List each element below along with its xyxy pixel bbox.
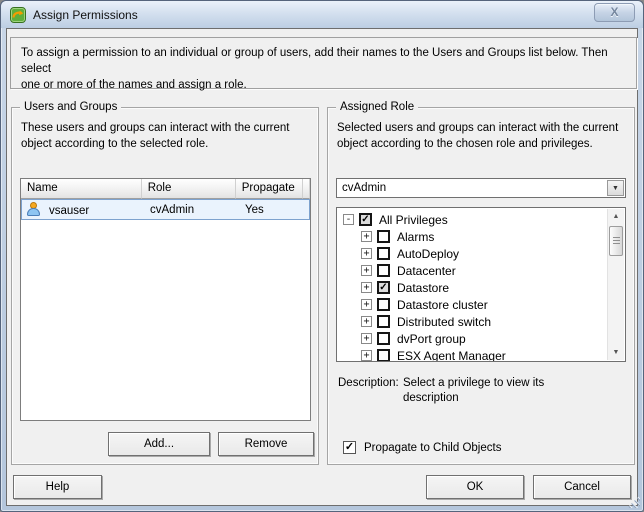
users-groups-description: These users and groups can interact with… (12, 108, 318, 152)
privilege-checkbox[interactable] (377, 230, 390, 243)
tree-scrollbar[interactable]: ▲ ▼ (607, 209, 624, 360)
privilege-description: Description: Select a privilege to view … (338, 376, 544, 406)
cell-role: cvAdmin (144, 204, 239, 216)
chevron-down-icon[interactable]: ▼ (607, 180, 624, 196)
cancel-button[interactable]: Cancel (533, 475, 631, 499)
role-select[interactable]: cvAdmin ▼ (336, 178, 626, 198)
assigned-role-description: Selected users and groups can interact w… (328, 108, 634, 152)
assigned-role-desc-line2: object according to the chosen role and … (337, 138, 593, 150)
scroll-down-icon[interactable]: ▼ (608, 345, 624, 360)
expand-icon[interactable]: + (361, 248, 372, 259)
users-groups-desc-line1: These users and groups can interact with… (21, 122, 289, 134)
role-select-value: cvAdmin (342, 182, 386, 194)
privilege-checkbox[interactable]: ✓ (377, 281, 390, 294)
expand-icon[interactable]: + (361, 265, 372, 276)
add-button[interactable]: Add... (108, 432, 210, 456)
instruction-panel: To assign a permission to an individual … (10, 37, 637, 89)
instruction-line1: To assign a permission to an individual … (21, 47, 608, 75)
scroll-up-icon[interactable]: ▲ (608, 209, 624, 224)
column-header-filler (303, 179, 310, 199)
users-groups-groupbox: Users and Groups These users and groups … (11, 107, 319, 465)
user-icon (27, 202, 40, 217)
privilege-item[interactable]: + dvPort group (337, 330, 625, 347)
privilege-checkbox[interactable] (377, 247, 390, 260)
propagate-row: ✓ Propagate to Child Objects (343, 441, 501, 454)
remove-button[interactable]: Remove (218, 432, 314, 456)
description-label: Description: (338, 376, 403, 406)
privilege-label: AutoDeploy (397, 247, 459, 261)
help-button[interactable]: Help (13, 475, 102, 499)
window-title: Assign Permissions (33, 8, 138, 22)
privilege-checkbox[interactable] (377, 298, 390, 311)
title-bar[interactable]: Assign Permissions X (1, 1, 643, 28)
assigned-role-legend: Assigned Role (336, 101, 418, 113)
privilege-checkbox[interactable] (377, 315, 390, 328)
description-line2: description (403, 392, 459, 404)
privilege-item[interactable]: + Datastore cluster (337, 296, 625, 313)
privileges-tree-rows: -✓All Privileges+Alarms+AutoDeploy+Datac… (337, 211, 625, 362)
user-name: vsauser (49, 205, 89, 217)
privilege-checkbox[interactable] (377, 349, 390, 362)
privilege-item[interactable]: + ESX Agent Manager (337, 347, 625, 362)
privilege-label: Distributed switch (397, 315, 491, 329)
user-icon-body (27, 208, 40, 216)
column-header-propagate[interactable]: Propagate (236, 179, 303, 199)
privilege-item[interactable]: + AutoDeploy (337, 245, 625, 262)
privilege-item[interactable]: + Alarms (337, 228, 625, 245)
cell-name: vsauser (22, 202, 144, 217)
expand-icon[interactable]: + (361, 282, 372, 293)
expand-icon[interactable]: + (361, 231, 372, 242)
table-row[interactable]: vsauser cvAdminYes (21, 199, 310, 220)
privilege-label: Datacenter (397, 264, 456, 278)
column-header-role[interactable]: Role (142, 179, 236, 199)
description-line1: Select a privilege to view its (403, 377, 544, 389)
assigned-role-groupbox: Assigned Role Selected users and groups … (327, 107, 635, 465)
expand-icon[interactable]: + (361, 316, 372, 327)
vsphere-app-icon (10, 7, 26, 23)
users-table-header: Name Role Propagate (21, 179, 310, 199)
privilege-checkbox[interactable] (377, 264, 390, 277)
instruction-line2: one or more of the names and assign a ro… (21, 79, 247, 91)
users-table: Name Role Propagate vsauser cvAdminYes (20, 178, 311, 421)
scrollbar-grip (613, 237, 620, 245)
users-groups-desc-line2: object according to the selected role. (21, 138, 208, 150)
assigned-role-desc-line1: Selected users and groups can interact w… (337, 122, 618, 134)
column-header-name[interactable]: Name (21, 179, 142, 199)
expand-icon[interactable]: + (361, 333, 372, 344)
privilege-checkbox[interactable]: ✓ (359, 213, 372, 226)
privileges-tree: -✓All Privileges+Alarms+AutoDeploy+Datac… (336, 207, 626, 362)
scrollbar-thumb[interactable] (609, 226, 623, 256)
cell-propagate: Yes (239, 204, 307, 216)
assign-permissions-dialog: Assign Permissions X To assign a permiss… (0, 0, 644, 512)
users-table-rows: vsauser cvAdminYes (21, 199, 310, 220)
privilege-label: All Privileges (379, 213, 448, 227)
privilege-label: Datastore (397, 281, 449, 295)
users-groups-legend: Users and Groups (20, 101, 121, 113)
privilege-item[interactable]: + Distributed switch (337, 313, 625, 330)
collapse-icon[interactable]: - (343, 214, 354, 225)
propagate-checkbox[interactable]: ✓ (343, 441, 356, 454)
privilege-label: Datastore cluster (397, 298, 488, 312)
privilege-label: Alarms (397, 230, 434, 244)
propagate-label: Propagate to Child Objects (364, 442, 501, 454)
ok-button[interactable]: OK (426, 475, 524, 499)
privilege-item[interactable]: + ✓ Datastore (337, 279, 625, 296)
privilege-label: dvPort group (397, 332, 466, 346)
privilege-item[interactable]: + Datacenter (337, 262, 625, 279)
expand-icon[interactable]: + (361, 299, 372, 310)
privilege-checkbox[interactable] (377, 332, 390, 345)
privilege-label: ESX Agent Manager (397, 349, 506, 363)
dialog-body: To assign a permission to an individual … (6, 28, 638, 506)
close-icon[interactable]: X (594, 3, 635, 22)
privilege-item[interactable]: -✓ All Privileges (337, 211, 625, 228)
description-text: Select a privilege to view its descripti… (403, 376, 544, 406)
expand-icon[interactable]: + (361, 350, 372, 361)
